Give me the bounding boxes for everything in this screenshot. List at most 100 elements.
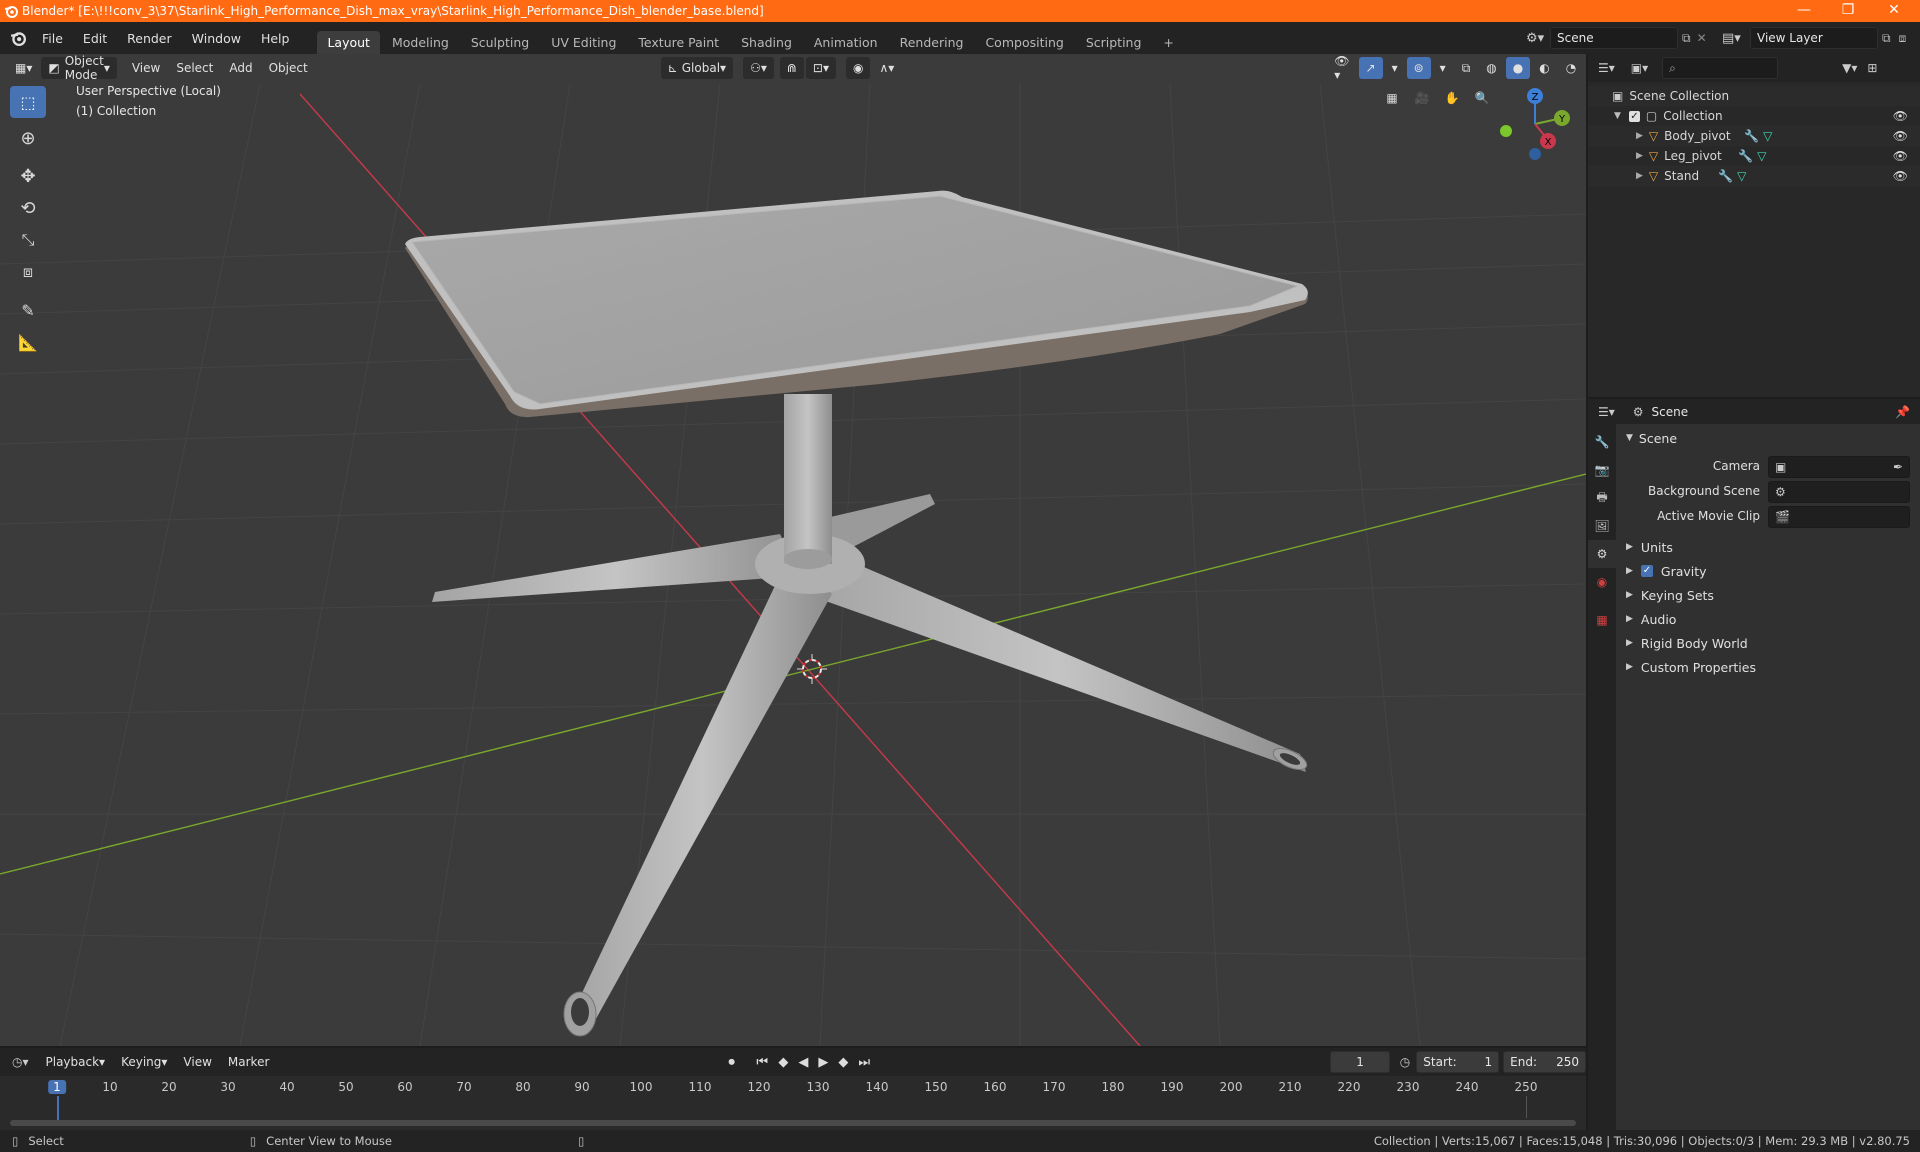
tab-view-layer-icon[interactable]: 🖼: [1588, 512, 1616, 540]
expand-arrow-icon[interactable]: ▶: [1636, 151, 1643, 161]
tab-scene-icon[interactable]: ⚙: [1588, 540, 1616, 568]
tab-world-icon[interactable]: ◉: [1588, 568, 1616, 596]
display-mode-icon[interactable]: ▣▾: [1631, 61, 1648, 75]
tab-modeling[interactable]: Modeling: [382, 31, 459, 54]
tab-scripting[interactable]: Scripting: [1076, 31, 1152, 54]
tab-animation[interactable]: Animation: [804, 31, 888, 54]
timeline-scrollbar[interactable]: [10, 1120, 1576, 1126]
jump-start-icon[interactable]: ⏮: [756, 1055, 778, 1070]
shading-material-icon[interactable]: ◐: [1532, 57, 1556, 79]
tab-sculpting[interactable]: Sculpting: [461, 31, 539, 54]
rotate-tool[interactable]: ⟲: [10, 192, 46, 224]
start-frame-field[interactable]: Start: 1: [1416, 1051, 1500, 1073]
minimize-button[interactable]: —: [1782, 0, 1826, 22]
outliner-item-body-pivot[interactable]: ▶ ▽ Body_pivot 🔧 ▽ 👁: [1588, 126, 1920, 146]
playhead-line[interactable]: [57, 1096, 59, 1122]
toggle-perspective-icon[interactable]: ▦: [1378, 84, 1406, 112]
eyedropper-icon[interactable]: ✒: [1893, 460, 1903, 474]
eye-icon[interactable]: 👁: [1893, 109, 1908, 123]
orientation-dropdown[interactable]: ⊾ Global ▾: [660, 57, 734, 79]
outliner-search-input[interactable]: ⌕: [1662, 57, 1779, 79]
tab-uv-editing[interactable]: UV Editing: [541, 31, 626, 54]
editor-type-icon[interactable]: ▦▾: [8, 57, 39, 79]
tab-layout[interactable]: Layout: [317, 31, 380, 54]
background-scene-field[interactable]: ⚙: [1768, 481, 1910, 503]
scene-name-field[interactable]: Scene: [1550, 27, 1678, 49]
checkbox-icon[interactable]: ✓: [1628, 110, 1640, 122]
panel-scene[interactable]: ▼ Scene: [1618, 426, 1920, 450]
outliner-item-leg-pivot[interactable]: ▶ ▽ Leg_pivot 🔧 ▽ 👁: [1588, 146, 1920, 166]
panel-gravity[interactable]: ▶ ✓ Gravity: [1618, 559, 1920, 583]
tab-rendering[interactable]: Rendering: [890, 31, 974, 54]
tab-render-icon[interactable]: 📷: [1588, 456, 1616, 484]
view-layer-remove-icon[interactable]: ⧈: [1899, 31, 1907, 46]
move-tool[interactable]: ✥: [10, 160, 46, 192]
playhead-frame[interactable]: 1: [48, 1080, 66, 1094]
blender-menu-icon[interactable]: [10, 30, 26, 46]
proportional-edit-icon[interactable]: ◉: [845, 57, 871, 79]
filter-icon[interactable]: ▼▾: [1842, 61, 1857, 75]
current-frame-field[interactable]: 1: [1330, 1051, 1390, 1073]
expand-arrow-icon[interactable]: ▶: [1636, 171, 1643, 181]
menu-edit[interactable]: Edit: [73, 31, 117, 46]
expand-arrow-icon[interactable]: ▼: [1614, 111, 1621, 121]
select-box-tool[interactable]: ⬚: [10, 86, 46, 118]
active-movie-clip-field[interactable]: 🎬: [1768, 506, 1910, 528]
visibility-icon[interactable]: 👁▾: [1327, 54, 1356, 82]
gizmo-dropdown-icon[interactable]: ▾: [1385, 57, 1405, 79]
modifier-wrench-icon[interactable]: 🔧: [1718, 169, 1733, 183]
jump-end-icon[interactable]: ⏭: [858, 1055, 878, 1070]
properties-editor-icon[interactable]: ☰▾: [1598, 405, 1615, 419]
overlay-dropdown-icon[interactable]: ▾: [1433, 57, 1453, 79]
transform-tool[interactable]: ⧈: [10, 256, 46, 288]
eye-icon[interactable]: 👁: [1893, 169, 1908, 183]
menu-select[interactable]: Select: [169, 57, 220, 79]
shading-solid-icon[interactable]: ●: [1505, 57, 1531, 79]
record-icon[interactable]: ⏺: [728, 1055, 750, 1070]
view-layer-name-field[interactable]: View Layer: [1750, 27, 1878, 49]
panel-keying-sets[interactable]: ▶ Keying Sets: [1618, 583, 1920, 607]
clock-icon[interactable]: ◷: [1400, 1055, 1410, 1069]
tab-texture-icon[interactable]: ▦: [1588, 606, 1616, 634]
menu-help[interactable]: Help: [251, 31, 300, 46]
next-keyframe-icon[interactable]: ◆: [838, 1055, 858, 1070]
outliner-editor-icon[interactable]: ☰▾: [1598, 61, 1615, 75]
stand-object[interactable]: [432, 394, 1310, 1037]
outliner-item-stand[interactable]: ▶ ▽ Stand 🔧 ▽ 👁: [1588, 166, 1920, 186]
panel-rigid-body-world[interactable]: ▶ Rigid Body World: [1618, 631, 1920, 655]
modifier-wrench-icon[interactable]: 🔧: [1738, 149, 1753, 163]
menu-marker[interactable]: Marker: [221, 1051, 276, 1073]
scene-remove-icon[interactable]: ✕: [1697, 31, 1707, 45]
view-layer-new-icon[interactable]: ⧉: [1882, 31, 1891, 46]
navigation-gizmo[interactable]: Z Y X: [1490, 84, 1570, 164]
gravity-checkbox[interactable]: ✓: [1640, 565, 1653, 577]
camera-view-icon[interactable]: 🎥: [1408, 84, 1436, 112]
new-collection-icon[interactable]: ⊞: [1867, 61, 1877, 75]
prev-keyframe-icon[interactable]: ◆: [778, 1055, 798, 1070]
menu-object[interactable]: Object: [262, 57, 315, 79]
mesh-data-icon[interactable]: ▽: [1763, 129, 1772, 143]
menu-timeline-view[interactable]: View: [176, 1051, 218, 1073]
xray-toggle-icon[interactable]: ⧉: [1455, 57, 1478, 79]
scene-browse-icon[interactable]: ⚙▾: [1526, 31, 1550, 46]
menu-window[interactable]: Window: [182, 31, 251, 46]
play-reverse-icon[interactable]: ◀: [798, 1055, 818, 1070]
panel-audio[interactable]: ▶ Audio: [1618, 607, 1920, 631]
add-workspace-button[interactable]: +: [1153, 31, 1183, 54]
scale-tool[interactable]: ⤡: [10, 224, 46, 256]
tab-compositing[interactable]: Compositing: [975, 31, 1073, 54]
pin-icon[interactable]: 📌: [1895, 405, 1910, 419]
camera-field[interactable]: ▣ ✒: [1768, 456, 1910, 478]
tab-texture-paint[interactable]: Texture Paint: [628, 31, 729, 54]
view-layer-browse-icon[interactable]: ▤▾: [1722, 31, 1750, 46]
body-object[interactable]: [405, 190, 1308, 418]
close-button[interactable]: ✕: [1872, 0, 1916, 22]
3d-viewport[interactable]: [0, 54, 1586, 1046]
proportional-falloff-icon[interactable]: ∧▾: [872, 57, 901, 79]
panel-custom-properties[interactable]: ▶ Custom Properties: [1618, 655, 1920, 679]
shading-rendered-icon[interactable]: ◔: [1559, 57, 1583, 79]
modifier-wrench-icon[interactable]: 🔧: [1744, 129, 1759, 143]
eye-icon[interactable]: 👁: [1893, 149, 1908, 163]
menu-render[interactable]: Render: [117, 31, 182, 46]
eye-icon[interactable]: 👁: [1893, 129, 1908, 143]
